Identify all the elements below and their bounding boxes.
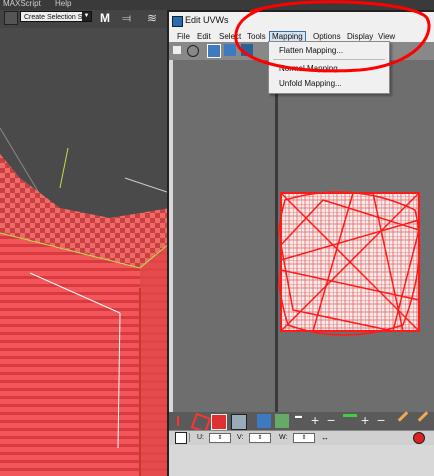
mapping-dropdown-menu: Flatten Mapping... Normal Mapping... Unf… [268,41,390,94]
mirror-icon[interactable]: M [100,11,114,25]
menu-maxscript[interactable]: MAXScript [3,0,41,8]
minus-icon[interactable]: − [327,412,335,428]
scale-icon[interactable] [207,44,221,58]
uv-editor-canvas[interactable] [173,60,434,422]
menu-file[interactable]: File [175,31,192,42]
select-face-icon[interactable] [211,414,227,430]
max-toolbar: Create Selection Se ▼ M ⫤ ≋ [0,10,170,28]
layers-icon[interactable]: ≋ [147,11,163,25]
info-icon[interactable] [413,432,425,444]
uvw-titlebar[interactable]: Edit UVWs [169,12,434,32]
menu-separator [273,59,385,60]
align-icon[interactable]: ⫤ [122,11,136,25]
selection-set-value: Create Selection Se [24,14,87,21]
snap-icon[interactable] [275,414,289,428]
v-field[interactable]: ⇕ [249,433,271,443]
chevron-down-icon[interactable]: ▼ [82,12,91,21]
v-label: V: [237,434,244,441]
rotate-icon[interactable] [187,45,199,57]
freeform-icon[interactable] [224,44,236,56]
mirror-uv-icon[interactable] [241,44,253,56]
uvw-statusbar: U: ⇕ V: ⇕ W: ⇕ ↔ [169,430,434,445]
mesh-render [0,127,170,476]
w-label: W: [279,434,288,441]
align-icon[interactable]: ▬ [295,413,302,420]
shrink-icon[interactable]: − [377,412,385,428]
canvas-divider [275,60,278,422]
lock-icon[interactable] [175,432,187,444]
uv-grid [276,191,421,336]
w-field[interactable]: ⇕ [293,433,315,443]
window-title: Edit UVWs [185,15,229,25]
element-icon[interactable] [231,414,247,430]
menu-tools[interactable]: Tools [245,31,268,42]
menu-edit[interactable]: Edit [195,31,213,42]
selection-set-dropdown[interactable]: Create Selection Se ▼ [20,11,92,22]
pencil-icon[interactable] [417,411,429,422]
menu-item-normal-mapping[interactable]: Normal Mapping... [279,64,344,73]
expand-icon[interactable]: + [361,412,369,428]
menu-item-flatten-mapping[interactable]: Flatten Mapping... [279,46,343,55]
menu-help[interactable]: Help [55,0,71,8]
select-vertex-icon[interactable] [177,416,189,426]
uvw-bottom-toolbar: ▬ + − + − [169,411,434,434]
status-divider [189,433,190,442]
menu-item-unfold-mapping[interactable]: Unfold Mapping... [279,79,342,88]
weld-icon[interactable] [257,414,271,428]
window-icon [172,16,183,27]
u-field[interactable]: ⇕ [209,433,231,443]
move-icon[interactable] [173,46,181,54]
u-label: U: [197,434,204,441]
plus-icon[interactable]: + [311,412,319,428]
viewport-3d[interactable] [0,28,170,476]
menu-select[interactable]: Select [217,31,243,42]
arrow-icon[interactable]: ↔ [321,433,329,442]
selection-filter-icon[interactable] [4,11,18,25]
max-menubar: MAXScript Help [0,0,434,10]
brush-icon[interactable] [397,411,409,422]
